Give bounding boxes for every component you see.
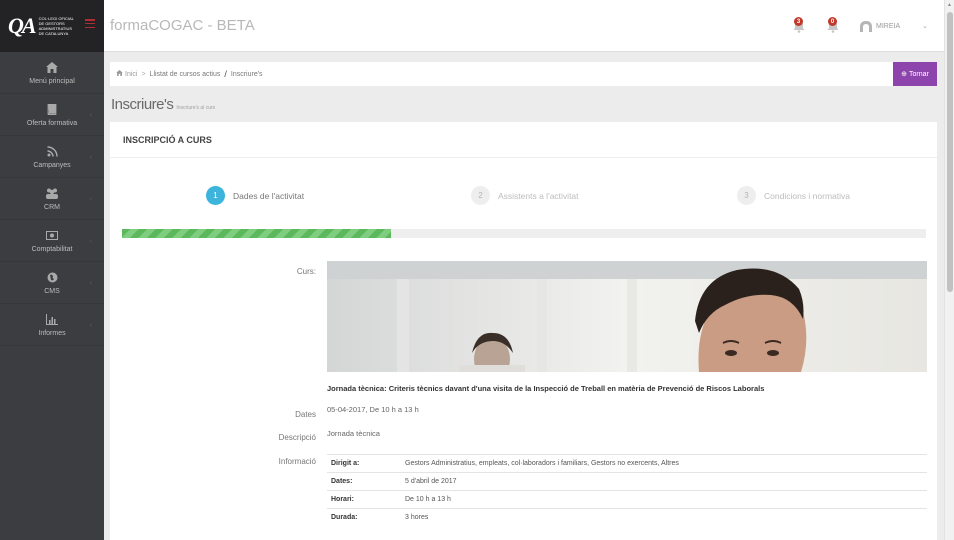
info-value: De 10 h a 13 h (401, 490, 927, 509)
page-title: Inscriure's Inscriure's al curs (111, 96, 215, 113)
notification-badge: 3 (794, 17, 803, 26)
step-number: 1 (206, 186, 225, 205)
descripcio-value: Jornada tècnica (327, 429, 380, 438)
top-right-controls: 3 0 MIREIA ⌄ (791, 0, 944, 52)
progress-fill (122, 229, 392, 238)
table-row: Durada: 3 hores (327, 508, 927, 527)
breadcrumb-current: Inscriure's (230, 70, 263, 78)
breadcrumb-separator: / (224, 69, 227, 79)
page-title-text: Inscriure's (111, 96, 174, 113)
messages-button[interactable]: 0 (825, 17, 841, 34)
chevron-left-icon: ‹ (89, 322, 92, 329)
step-label: Condicions i normativa (764, 190, 850, 201)
info-key: Dirigit a: (327, 454, 401, 473)
money-icon (45, 228, 59, 242)
brand-logo: QA (8, 13, 37, 38)
chevron-left-icon: ‹ (89, 196, 92, 203)
wizard-step-1[interactable]: 1 Dades de l'activitat (206, 186, 304, 205)
chevron-left-icon: ‹ (89, 238, 92, 245)
rss-icon (45, 144, 59, 158)
informacio-label: Informació (278, 457, 316, 466)
notification-badge: 0 (828, 17, 837, 26)
avatar-icon (860, 21, 872, 32)
step-number: 3 (737, 186, 756, 205)
course-photo-illustration (327, 261, 927, 372)
sidebar-item-label: Informes (38, 330, 66, 337)
breadcrumb: Inici > Llistat de cursos actius / Inscr… (110, 62, 937, 86)
descripcio-label: Descripció (278, 433, 316, 442)
sidebar-item-label: Menú principal (29, 78, 75, 85)
chevron-left-icon: ‹ (89, 112, 92, 119)
wizard-step-3[interactable]: 3 Condicions i normativa (737, 186, 850, 205)
wizard-steps: 1 Dades de l'activitat 2 Assistents a l'… (110, 186, 937, 210)
globe-icon (45, 270, 59, 284)
brand-text: COL·LEGI OFICIAL DE GESTORS ADMINISTRATI… (38, 16, 74, 36)
app-title: formaCOGAC - BETA (110, 17, 255, 34)
step-number: 2 (471, 186, 490, 205)
home-icon (116, 70, 123, 78)
menu-toggle-icon[interactable] (85, 19, 95, 28)
info-table: Dirigit a: Gestors Administratius, emple… (327, 454, 927, 527)
bar-chart-icon (45, 312, 59, 326)
breadcrumb-llistat-link[interactable]: Llistat de cursos actius (150, 71, 221, 78)
sidebar-item-informes[interactable]: Informes ‹ (0, 304, 104, 346)
wizard-step-2[interactable]: 2 Assistents a l'activitat (471, 186, 579, 205)
info-key: Dates: (327, 472, 401, 491)
table-row: Horari: De 10 h a 13 h (327, 490, 927, 509)
wizard-progress-bar (122, 229, 926, 238)
user-menu[interactable]: MIREIA ⌄ (859, 20, 934, 32)
page-subtitle: Inscriure's al curs (176, 105, 216, 111)
info-value: 3 hores (401, 508, 927, 527)
table-row: Dates: 5 d'abril de 2017 (327, 472, 927, 491)
user-name: MIREIA (876, 22, 901, 30)
book-icon (45, 102, 59, 116)
sidebar-item-label: CMS (44, 288, 60, 295)
sidebar: QA COL·LEGI OFICIAL DE GESTORS ADMINISTR… (0, 0, 104, 540)
sidebar-item-label: Campanyes (33, 162, 71, 169)
table-row: Dirigit a: Gestors Administratius, emple… (327, 454, 927, 473)
sidebar-item-cms[interactable]: CMS ‹ (0, 262, 104, 304)
page-scrollbar[interactable]: ▲ (944, 0, 954, 540)
course-title: Jornada tècnica: Criteris tècnics davant… (327, 384, 765, 393)
info-key: Durada: (327, 508, 401, 527)
scrollbar-thumb[interactable] (947, 12, 953, 292)
info-key: Horari: (327, 490, 401, 509)
arrow-circle-left-icon: ⊕ (901, 71, 908, 78)
chevron-down-icon[interactable]: ⌄ (922, 22, 928, 30)
brand[interactable]: QA COL·LEGI OFICIAL DE GESTORS ADMINISTR… (0, 0, 104, 52)
sidebar-item-comptabilitat[interactable]: Comptabilitat ‹ (0, 220, 104, 262)
sidebar-item-oferta-formativa[interactable]: Oferta formativa ‹ (0, 94, 104, 136)
dates-label: Dates (295, 410, 316, 419)
chevron-left-icon: ‹ (89, 280, 92, 287)
chevron-left-icon: ‹ (89, 154, 92, 161)
back-button[interactable]: ⊕ Tornar (893, 62, 937, 86)
dates-value: 05-04-2017, De 10 h a 13 h (327, 405, 419, 414)
back-button-label: Tornar (909, 70, 929, 78)
sidebar-item-label: Comptabilitat (31, 246, 73, 253)
sidebar-item-label: CRM (44, 204, 60, 211)
card-heading: INSCRIPCIÓ A CURS (110, 122, 937, 158)
course-image (327, 261, 927, 372)
breadcrumb-home-link[interactable]: Inici (125, 71, 137, 78)
info-value: 5 d'abril de 2017 (401, 472, 927, 491)
breadcrumb-separator: > (141, 70, 146, 78)
sidebar-item-campanyes[interactable]: Campanyes ‹ (0, 136, 104, 178)
users-icon (45, 186, 59, 200)
info-value: Gestors Administratius, empleats, col·la… (401, 454, 927, 473)
step-label: Dades de l'activitat (233, 190, 305, 201)
curs-label: Curs: (296, 267, 316, 276)
top-bar: formaCOGAC - BETA 3 0 MIREIA ⌄ (104, 0, 944, 52)
sidebar-item-label: Oferta formativa (26, 120, 78, 127)
enrollment-card: INSCRIPCIÓ A CURS 1 Dades de l'activitat… (110, 122, 937, 540)
step-label: Assistents a l'activitat (498, 190, 579, 201)
notifications-button[interactable]: 3 (791, 17, 807, 34)
home-icon (45, 60, 59, 74)
sidebar-item-menu-principal[interactable]: Menú principal (0, 52, 104, 94)
scroll-up-icon[interactable]: ▲ (947, 2, 952, 8)
sidebar-item-crm[interactable]: CRM ‹ (0, 178, 104, 220)
